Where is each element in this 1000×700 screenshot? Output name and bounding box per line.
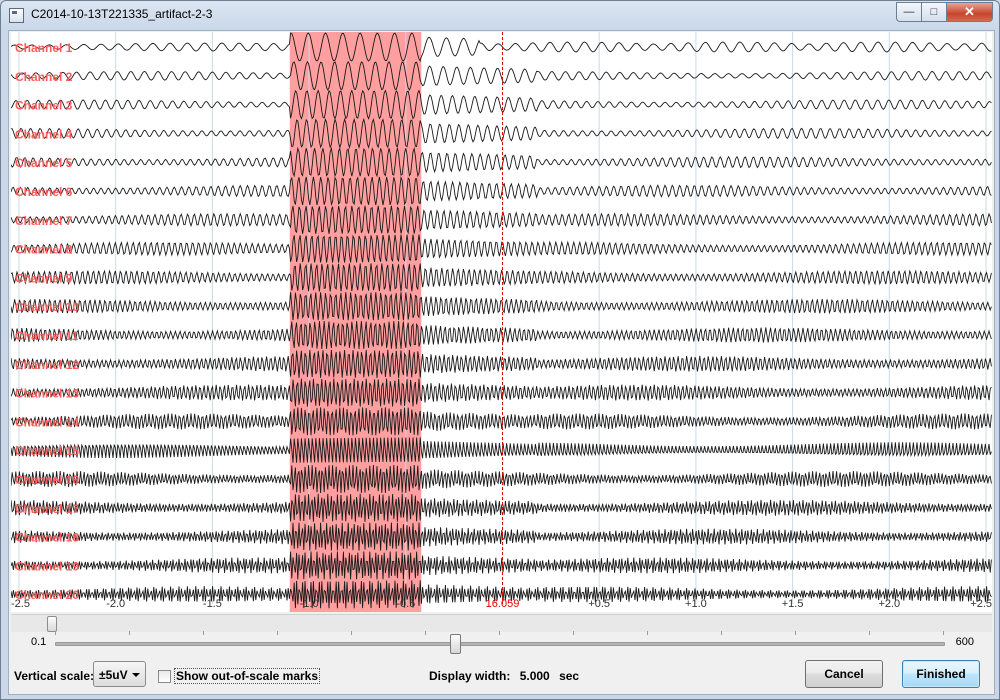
channel-label: Channel 16 — [15, 473, 79, 487]
slider-tick — [499, 631, 500, 635]
channel-label: Channel 8 — [15, 243, 73, 257]
slider-tick — [425, 631, 426, 635]
slider-tick — [795, 631, 796, 635]
x-tick-label: +2.5 — [970, 598, 992, 610]
signal-plot[interactable]: Channel 1 Channel 2 Channel 3 Channel 4 Chan… — [11, 32, 992, 612]
channel-trace — [11, 263, 992, 292]
slider-tick — [277, 631, 278, 635]
channel-label: Channel 15 — [15, 444, 79, 458]
scrollbar-thumb[interactable] — [47, 616, 57, 632]
channel-trace — [11, 551, 992, 580]
channel-label: Channel 18 — [15, 531, 79, 545]
channel-label: Channel 2 — [15, 70, 73, 84]
vertical-scale-dropdown[interactable]: ±5uV — [93, 661, 146, 687]
channel-trace — [11, 32, 992, 63]
app-icon — [9, 8, 24, 23]
channel-trace — [11, 117, 992, 150]
channel-trace — [11, 464, 992, 494]
channel-trace — [11, 522, 992, 551]
channel-trace — [11, 320, 992, 350]
channel-label: Channel 19 — [15, 559, 79, 573]
chevron-down-icon — [132, 673, 140, 677]
app-window: C2014-10-13T221335_artifact-2-3 — □ ✕ Ch… — [0, 0, 1000, 700]
cursor-time-label: 16.059 — [486, 598, 520, 610]
slider-ticks — [55, 631, 944, 635]
finished-button[interactable]: Finished — [902, 660, 980, 688]
caption-buttons: — □ ✕ — [896, 2, 993, 22]
channel-label: Channel 1 — [15, 41, 73, 55]
channel-label: Channel 13 — [15, 387, 79, 401]
zoom-slider-row: 0.1 600 — [9, 631, 994, 655]
slider-tick — [129, 631, 130, 635]
x-tick-label: +0.5 — [588, 598, 610, 610]
channel-label: Channel 7 — [15, 214, 73, 228]
show-out-of-scale-checkbox[interactable] — [158, 669, 171, 683]
channel-trace — [11, 234, 992, 263]
channel-trace — [11, 349, 992, 378]
slider-max-label: 600 — [955, 636, 974, 648]
channel-label: Channel 5 — [15, 156, 73, 170]
channel-trace — [11, 378, 992, 407]
channel-trace — [11, 205, 992, 235]
channel-label: Channel 6 — [15, 185, 73, 199]
channel-trace — [11, 493, 992, 522]
channel-label: Channel 11 — [15, 329, 79, 343]
close-icon: ✕ — [964, 4, 975, 19]
x-tick-label: -1.5 — [203, 598, 222, 610]
x-tick-label: -0.5 — [396, 598, 415, 610]
channel-trace — [11, 60, 992, 91]
maximize-icon: □ — [930, 6, 938, 18]
vertical-scale-value: ±5uV — [99, 668, 128, 682]
slider-tick — [943, 631, 944, 635]
channel-trace — [11, 292, 992, 321]
slider-tick — [573, 631, 574, 635]
bottom-controls: Vertical scale: ±5uV Show out-of-scale m… — [9, 659, 994, 693]
show-out-of-scale-toggle[interactable]: Show out-of-scale marks — [158, 668, 321, 684]
vertical-scale-label: Vertical scale: — [14, 669, 95, 683]
close-button[interactable]: ✕ — [946, 2, 993, 22]
slider-tick — [203, 631, 204, 635]
minimize-button[interactable]: — — [896, 2, 921, 22]
minimize-icon: — — [903, 6, 915, 18]
slider-thumb[interactable] — [450, 634, 461, 654]
waveform-canvas[interactable]: Channel 1 Channel 2 Channel 3 Channel 4 Chan… — [11, 32, 992, 612]
slider-tick — [55, 631, 56, 635]
horizontal-scrollbar[interactable] — [11, 614, 992, 632]
title-bar[interactable]: C2014-10-13T221335_artifact-2-3 — □ ✕ — [1, 1, 999, 29]
display-width: Display width: 5.000 sec — [429, 669, 579, 683]
channel-trace — [11, 146, 992, 178]
channel-label: Channel 12 — [15, 358, 79, 372]
x-tick-label: -2.5 — [11, 598, 30, 610]
display-width-unit: sec — [559, 669, 580, 683]
slider-tick — [647, 631, 648, 635]
channel-label: Channel 3 — [15, 99, 73, 113]
display-width-label: Display width: — [429, 669, 511, 683]
channel-label: Channel 9 — [15, 271, 73, 285]
x-tick-label: -2.0 — [106, 598, 125, 610]
x-tick-label: -1.0 — [300, 598, 319, 610]
slider-tick — [721, 631, 722, 635]
channel-trace — [11, 175, 992, 207]
channel-trace — [11, 407, 992, 436]
display-width-value: 5.000 — [519, 669, 550, 683]
channel-trace — [11, 89, 992, 120]
cancel-button[interactable]: Cancel — [805, 660, 883, 688]
slider-min-label: 0.1 — [31, 636, 47, 648]
show-out-of-scale-label: Show out-of-scale marks — [174, 668, 321, 684]
client-area: Channel 1 Channel 2 Channel 3 Channel 4 Chan… — [8, 30, 995, 695]
x-tick-label: +1.5 — [782, 598, 804, 610]
slider-tick — [869, 631, 870, 635]
channel-label: Channel 14 — [15, 415, 79, 429]
maximize-button[interactable]: □ — [921, 2, 946, 22]
window-title: C2014-10-13T221335_artifact-2-3 — [31, 7, 213, 21]
x-tick-label: +2.0 — [878, 598, 900, 610]
slider-track[interactable] — [55, 642, 945, 646]
channel-trace — [11, 437, 992, 463]
channel-label: Channel 10 — [15, 300, 79, 314]
slider-tick — [351, 631, 352, 635]
channel-label: Channel 4 — [15, 127, 73, 141]
channel-label: Channel 17 — [15, 502, 79, 516]
x-tick-label: +1.0 — [685, 598, 707, 610]
